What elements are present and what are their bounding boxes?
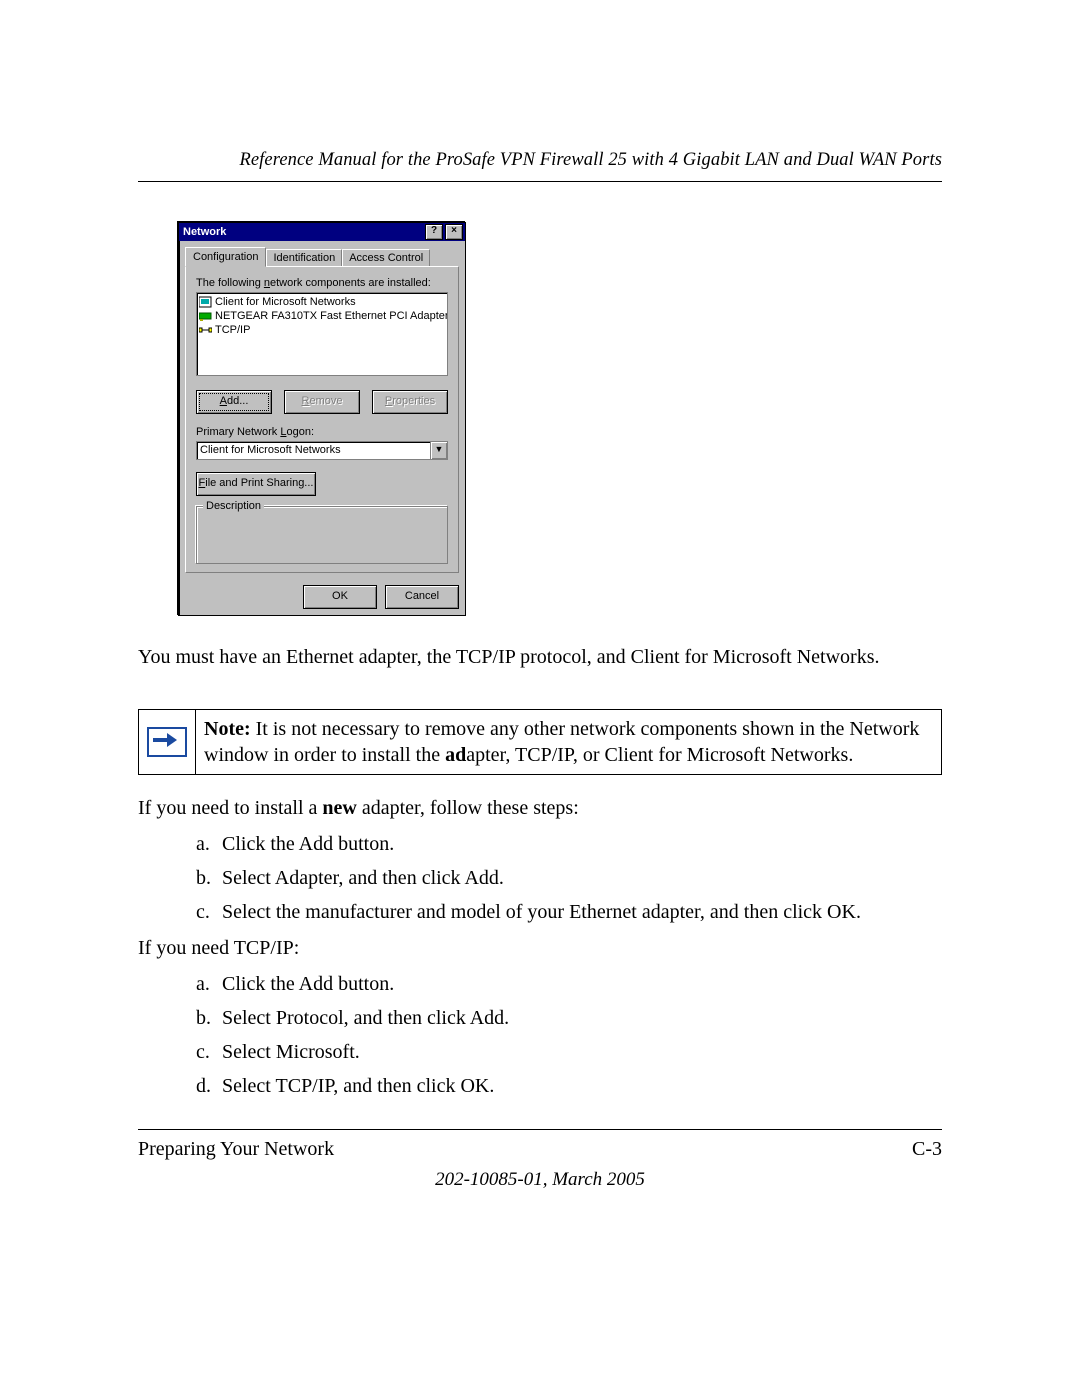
list-marker: b. [196,863,222,893]
ok-button[interactable]: OK [303,585,377,609]
dialog-title: Network [183,226,423,238]
dialog-titlebar: Network ? × [179,223,465,241]
dialog-footer-buttons: OK Cancel [179,579,465,615]
tab-panel-configuration: The following network components are ins… [185,266,459,573]
note-part2: apter, TCP/IP, or Client for Microsoft N… [466,744,853,766]
list-item-label: NETGEAR FA310TX Fast Ethernet PCI Adapte… [215,310,448,322]
adapter-intro-1: If you need to install a [138,797,322,819]
primary-logon-select[interactable]: Client for Microsoft Networks ▼ [196,441,448,460]
cancel-button[interactable]: Cancel [385,585,459,609]
dialog-tabs: Configuration Identification Access Cont… [179,241,465,266]
components-label: The following network components are ins… [196,277,448,289]
note-box: Note: It is not necessary to remove any … [138,709,942,775]
step-text: Click the Add button. [222,829,394,859]
note-label: Note: [204,718,251,740]
adapter-icon [199,310,212,322]
list-item[interactable]: NETGEAR FA310TX Fast Ethernet PCI Adapte… [199,309,445,323]
list-item[interactable]: TCP/IP [199,323,445,337]
logon-label-post: ogon: [286,426,314,438]
step-text: Click the Add button. [222,969,394,999]
description-groupbox: Description [196,506,448,564]
adapter-intro-bold: new [322,797,356,819]
list-item-label: TCP/IP [215,324,250,336]
step-text: Select Protocol, and then click Add. [222,1003,509,1033]
list-marker: c. [196,1037,222,1067]
footer-section: Preparing Your Network [138,1138,334,1161]
list-marker: c. [196,897,222,927]
step-text: Select Adapter, and then click Add. [222,863,504,893]
list-item: b.Select Adapter, and then click Add. [196,863,942,893]
footer-rule [138,1129,942,1130]
adapter-intro: If you need to install a new adapter, fo… [138,793,942,823]
network-dialog: Network ? × Configuration Identification… [178,222,466,616]
logon-label: Primary Network Logon: [196,426,448,438]
list-item: c.Select the manufacturer and model of y… [196,897,942,927]
list-marker: d. [196,1071,222,1101]
add-label: dd... [227,395,248,407]
add-hotkey: A [220,395,227,407]
list-marker: b. [196,1003,222,1033]
step-text: Select TCP/IP, and then click OK. [222,1071,494,1101]
note-bold: ad [445,744,466,766]
list-item: c.Select Microsoft. [196,1037,942,1067]
remove-label: emove [309,395,342,407]
arrow-right-icon [147,727,187,757]
step-text: Select the manufacturer and model of you… [222,897,861,927]
page-header-title: Reference Manual for the ProSafe VPN Fir… [138,150,942,171]
list-item: b.Select Protocol, and then click Add. [196,1003,942,1033]
components-listbox[interactable]: Client for Microsoft Networks NETGEAR FA… [196,292,448,376]
file-print-sharing-button[interactable]: File and Print Sharing... [196,472,316,496]
components-label-pre: The following [196,277,264,289]
add-button[interactable]: Add... [196,390,272,414]
tab-configuration[interactable]: Configuration [185,247,266,267]
protocol-icon [199,324,212,336]
list-item: a.Click the Add button. [196,829,942,859]
list-marker: a. [196,829,222,859]
adapter-steps-list: a.Click the Add button. b.Select Adapter… [138,829,942,927]
steps-section: If you need to install a new adapter, fo… [138,793,942,1101]
components-label-post: etwork components are installed: [270,277,431,289]
step-text: Select Microsoft. [222,1037,360,1067]
primary-logon-value: Client for Microsoft Networks [197,442,430,459]
list-item: a.Click the Add button. [196,969,942,999]
adapter-intro-2: adapter, follow these steps: [357,797,579,819]
properties-label: roperties [392,395,435,407]
logon-label-pre: Primary Network [196,426,280,438]
tab-access-control[interactable]: Access Control [342,249,430,266]
tab-identification[interactable]: Identification [266,249,342,266]
description-label: Description [203,500,264,512]
footer-row: Preparing Your Network C-3 [138,1138,942,1161]
client-icon [199,296,212,308]
list-item[interactable]: Client for Microsoft Networks [199,295,445,309]
intro-paragraph: You must have an Ethernet adapter, the T… [138,644,942,671]
tcpip-steps-list: a.Click the Add button. b.Select Protoco… [138,969,942,1101]
fps-label: ile and Print Sharing... [205,477,313,489]
close-icon[interactable]: × [445,224,463,240]
list-marker: a. [196,969,222,999]
footer-page-number: C-3 [912,1138,942,1161]
chevron-down-icon[interactable]: ▼ [430,442,447,459]
remove-button: Remove [284,390,360,414]
header-rule [138,181,942,182]
footer-doc-id: 202-10085-01, March 2005 [138,1169,942,1191]
note-icon-cell [139,710,196,774]
list-item: d.Select TCP/IP, and then click OK. [196,1071,942,1101]
properties-button: Properties [372,390,448,414]
list-item-label: Client for Microsoft Networks [215,296,356,308]
note-text: Note: It is not necessary to remove any … [196,710,941,774]
tcpip-intro: If you need TCP/IP: [138,933,942,963]
help-icon[interactable]: ? [425,224,443,240]
components-buttons: Add... Remove Properties [196,390,448,414]
